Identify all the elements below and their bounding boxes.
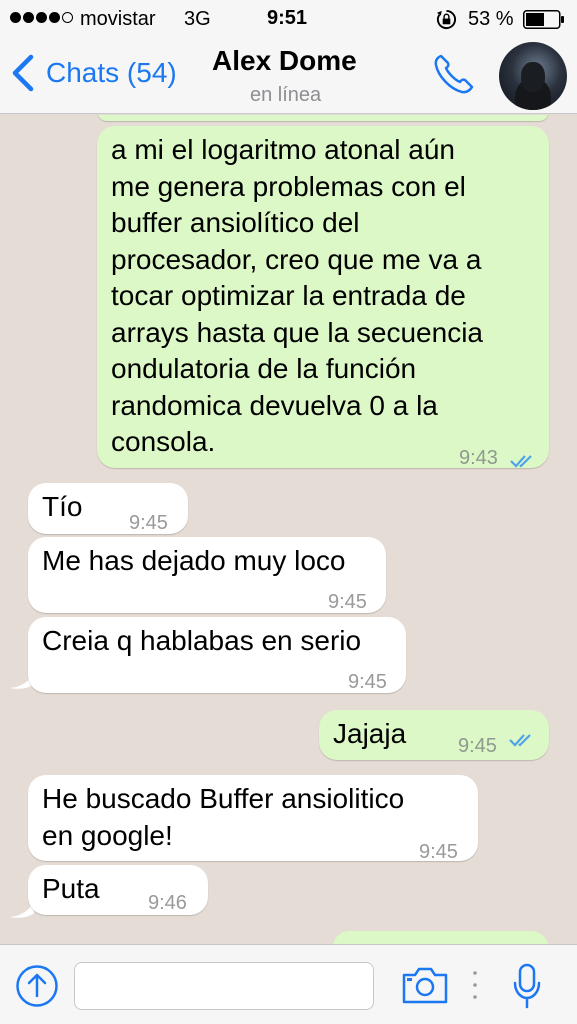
message-time: 9:45 [458,735,497,757]
message-time: 9:45 [328,591,367,613]
camera-icon[interactable] [401,965,449,1005]
read-receipt-icon [509,734,531,747]
message-text: Creia q hablabas en serio [42,625,362,656]
message-text: Tío [42,491,83,522]
message-time: 9:43 [459,447,498,469]
contact-name[interactable]: Alex Dome [212,45,357,77]
message-text: Puta [42,873,100,904]
read-receipt-icon [510,455,532,468]
chat-header: Chats (54) Alex Dome en línea [0,40,577,114]
contact-avatar[interactable] [499,42,567,110]
message-input[interactable] [74,962,374,1010]
divider-dots [473,971,477,999]
message-bubble-incoming[interactable]: Creia q hablabas en serio 9:45 [28,617,406,693]
upload-arrow-icon[interactable] [15,964,59,1008]
message-list[interactable]: a mi el logaritmo atonal aún me genera p… [0,115,577,944]
message-text: a mi el logaritmo atonal aún me genera p… [111,134,483,457]
message-bubble-partial [97,115,549,121]
message-bubble-outgoing[interactable]: a mi el logaritmo atonal aún me genera p… [97,126,549,469]
contact-status: en línea [250,84,322,106]
message-bubble-incoming[interactable]: Tío 9:45 [28,483,188,534]
status-time: 9:51 [267,7,308,29]
message-time: 9:45 [419,841,458,863]
phone-icon[interactable] [432,52,476,96]
status-bar: movistar 3G 9:51 53 % [0,0,577,40]
message-bubble-incoming[interactable]: Me has dejado muy loco 9:45 [28,537,386,613]
message-input-bar [0,944,577,1024]
message-bubble-incoming[interactable]: He buscado Buffer ansiolitico en google!… [28,775,478,863]
carrier-name: movistar [80,8,156,30]
message-bubble-partial [332,931,549,944]
rotation-lock-icon [436,9,456,30]
message-text: Me has dejado muy loco [42,545,346,576]
chevron-left-icon [12,54,34,92]
battery-icon [523,10,564,29]
network-type: 3G [184,8,211,30]
back-button-label: Chats (54) [46,57,177,88]
message-time: 9:46 [148,892,187,914]
message-bubble-outgoing[interactable]: Jajaja 9:45 [319,710,549,760]
message-bubble-incoming[interactable]: Puta 9:46 [28,865,208,915]
message-text: He buscado Buffer ansiolitico en google! [42,783,405,851]
microphone-icon[interactable] [512,963,542,1009]
message-text: Jajaja [333,718,407,749]
message-time: 9:45 [348,671,387,693]
battery-percentage: 53 % [468,8,514,30]
signal-strength-icon [10,12,73,23]
back-button[interactable]: Chats (54) [10,54,177,92]
